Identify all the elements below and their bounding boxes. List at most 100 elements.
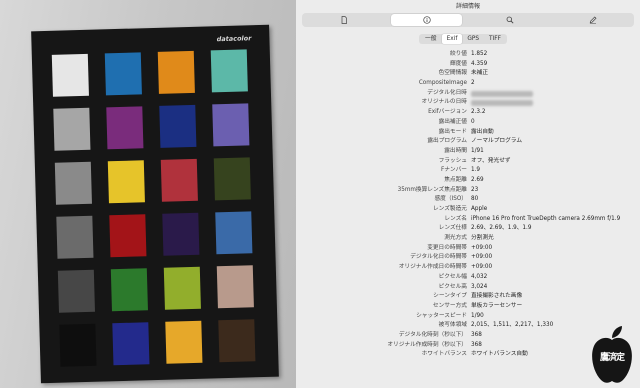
color-patch xyxy=(57,269,95,313)
exif-key: デジタル化日時 xyxy=(427,89,467,96)
exif-row: 露出補正値 0 xyxy=(296,118,640,128)
exif-row: センサー方式 単板カラーセンサー xyxy=(296,302,640,312)
exif-row: 露出モード 露出自動 xyxy=(296,128,640,138)
metadata-tabs: 一般 Exif GPS TIFF xyxy=(419,34,507,44)
exif-row: レンズ仕様 2.69、2.69、1.9、1.9 xyxy=(296,224,640,234)
exif-value: 0 xyxy=(471,118,475,125)
color-patch xyxy=(112,322,150,366)
exif-value: +09:00 xyxy=(471,264,493,271)
color-patch xyxy=(53,107,91,151)
exif-row: ピクセル幅 4,032 xyxy=(296,273,640,283)
exif-value: Apple xyxy=(471,206,488,212)
edit-tab-button[interactable] xyxy=(551,13,634,27)
exif-key: レンズ名 xyxy=(444,215,467,222)
exif-value: 露出自動 xyxy=(471,128,494,135)
exif-key: オリジナルの日時 xyxy=(421,99,468,106)
exif-row: シーンタイプ 直接撮影された画像 xyxy=(296,292,640,302)
exif-key: オリジナル作成時刻（秒以下） xyxy=(387,341,467,348)
exif-key: Fナンバー xyxy=(440,167,467,174)
exif-row: フラッシュ オフ、発光せず xyxy=(296,157,640,167)
info-tab-button[interactable] xyxy=(385,13,468,27)
color-patch xyxy=(106,106,144,150)
exif-key: レンズ仕様 xyxy=(438,225,467,232)
exif-value: +09:00 xyxy=(471,254,493,261)
color-patch xyxy=(163,266,201,310)
exif-row: 色空間情報 未補正 xyxy=(296,69,640,79)
color-patch xyxy=(59,323,97,367)
exif-value: 1/91 xyxy=(471,147,484,154)
exif-key: 焦点距離 xyxy=(444,176,467,183)
exif-key: デジタル化時刻（秒以下） xyxy=(398,331,467,338)
file-tab-button[interactable] xyxy=(302,13,385,27)
exif-value-redacted xyxy=(471,90,533,97)
exif-value: iPhone 16 Pro front TrueDepth camera 2.6… xyxy=(471,215,621,222)
tab-exif[interactable]: Exif xyxy=(441,34,463,44)
tab-general[interactable]: 一般 xyxy=(420,34,442,44)
exif-key: ホワイトバランス xyxy=(421,351,467,358)
exif-value: 4.359 xyxy=(471,60,488,67)
exif-row: 輝度値 4.359 xyxy=(296,60,640,70)
exif-row: CompositeImage 2 xyxy=(296,79,640,89)
brand-label: datacolor xyxy=(216,34,252,44)
exif-key: 感度（ISO） xyxy=(434,196,467,203)
exif-value-redacted xyxy=(471,100,533,107)
exif-key: 露出プログラム xyxy=(427,138,467,145)
file-icon xyxy=(341,16,347,24)
exif-row: 感度（ISO） 80 xyxy=(296,195,640,205)
exif-value: 2 xyxy=(471,80,475,87)
search-icon xyxy=(506,16,514,24)
exif-value: 2.69 xyxy=(471,176,484,183)
watermark-text: 鷹済定 xyxy=(599,353,625,363)
tab-tiff[interactable]: TIFF xyxy=(484,34,506,44)
exif-key: ピクセル高 xyxy=(438,283,467,290)
exif-key: 35mm換算レンズ焦点距離 xyxy=(397,186,467,193)
color-patch xyxy=(216,265,254,309)
color-patch xyxy=(210,49,248,93)
exif-row: 変更日の時間帯 +09:00 xyxy=(296,244,640,254)
color-patch xyxy=(51,53,89,97)
exif-row: Fナンバー 1.9 xyxy=(296,166,640,176)
color-patch xyxy=(159,104,197,148)
exif-value: ホワイトバランス自動 xyxy=(471,351,528,358)
color-patch xyxy=(109,214,147,258)
search-tab-button[interactable] xyxy=(468,13,551,27)
inspector-toolbar xyxy=(302,13,634,27)
exif-key: 測光方式 xyxy=(444,235,467,242)
exif-key: 絞り値 xyxy=(449,51,467,57)
exif-value: オフ、発光せず xyxy=(471,157,511,164)
tab-gps[interactable]: GPS xyxy=(462,34,484,44)
color-patch xyxy=(213,157,251,201)
exif-key: 露出補正値 xyxy=(438,118,467,125)
edit-icon xyxy=(589,16,596,24)
color-patch xyxy=(162,212,200,256)
exif-row: Exifバージョン 2.3.2 xyxy=(296,108,640,118)
exif-row: ピクセル高 3,024 xyxy=(296,283,640,293)
exif-row: デジタル化日の時間帯 +09:00 xyxy=(296,253,640,263)
exif-row: 35mm換算レンズ焦点距離 23 xyxy=(296,186,640,196)
color-patch xyxy=(110,268,148,312)
exif-value: 80 xyxy=(471,196,479,203)
color-patch xyxy=(104,52,142,96)
exif-key: デジタル化日の時間帯 xyxy=(410,254,467,261)
color-patch xyxy=(165,320,203,364)
color-patch xyxy=(218,319,256,363)
window-title: 詳細情報 xyxy=(455,3,480,10)
exif-value: 2.69、2.69、1.9、1.9 xyxy=(471,225,532,232)
exif-row: 焦点距離 2.69 xyxy=(296,176,640,186)
exif-value: 1.9 xyxy=(471,167,481,174)
color-checker-photo: datacolor xyxy=(0,0,296,388)
color-patch xyxy=(56,215,94,259)
exif-row: 測光方式 分割測光 xyxy=(296,234,640,244)
exif-value: 未補正 xyxy=(471,70,489,77)
exif-value: 2.3.2 xyxy=(471,109,486,116)
exif-key: 被写体領域 xyxy=(438,322,467,329)
color-patch xyxy=(160,158,198,202)
exif-key: 輝度値 xyxy=(449,60,467,67)
exif-row: 露出プログラム ノーマルプログラム xyxy=(296,137,640,147)
exif-key: ピクセル幅 xyxy=(438,273,467,280)
exif-key: 色空間情報 xyxy=(438,70,467,77)
exif-row: レンズ製造元 Apple xyxy=(296,205,640,215)
exif-value: 1.852 xyxy=(471,51,488,57)
exif-value: 3,024 xyxy=(471,283,488,290)
color-patch xyxy=(157,50,195,94)
